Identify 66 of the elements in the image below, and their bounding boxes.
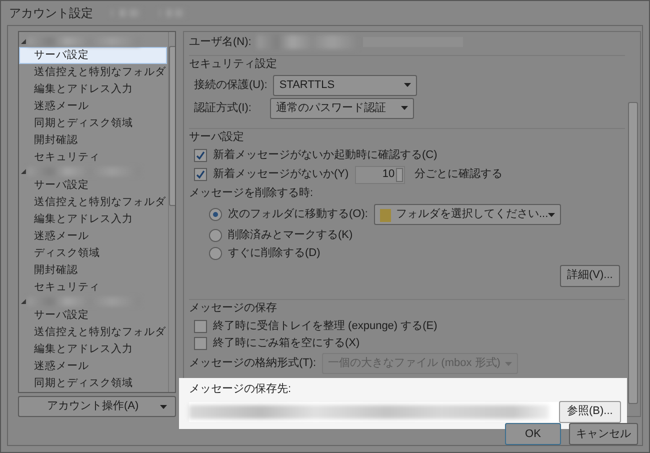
radio-label: すぐに削除する(D) bbox=[228, 246, 320, 262]
section-title: セキュリティ設定 bbox=[189, 56, 277, 72]
checkbox-label: 終了時に受信トレイを整理 (expunge) する(E) bbox=[213, 318, 438, 334]
caret-icon bbox=[401, 106, 408, 110]
field-label: 認証方式(I): bbox=[194, 100, 252, 116]
tree-item[interactable]: 迷惑メール bbox=[19, 358, 167, 375]
browse-button[interactable]: 参照(B)... bbox=[559, 400, 621, 422]
tree-item[interactable]: 送信控えと特別なフォルダ bbox=[19, 194, 167, 211]
tree-item[interactable]: 迷惑メール bbox=[19, 98, 167, 115]
window-title: アカウント設定 bbox=[9, 5, 93, 22]
checkbox-label: 新着メッセージがないか(Y) bbox=[213, 166, 349, 182]
tree-item[interactable]: 送信控えと特別なフォルダ bbox=[19, 64, 167, 81]
checkbox[interactable] bbox=[194, 320, 207, 332]
checkbox-label: 新着メッセージがないか起動時に確認する(C) bbox=[213, 148, 438, 164]
tree-item[interactable]: 編集とアドレス入力 bbox=[19, 211, 167, 228]
field-label: 接続の保護(U): bbox=[194, 78, 268, 93]
section-title: メッセージの保存 bbox=[189, 301, 277, 316]
tree-item[interactable]: セキュリティ bbox=[19, 279, 167, 296]
cancel-button[interactable]: キャンセル bbox=[569, 423, 638, 445]
checkbox[interactable] bbox=[194, 168, 207, 181]
caret-icon bbox=[404, 83, 412, 87]
field-label: メッセージの格納形式(T): bbox=[189, 356, 316, 372]
checkbox-label: 終了時にごみ箱を空にする(X) bbox=[213, 336, 360, 351]
tree-item[interactable]: 送信控えと特別なフォルダ bbox=[19, 324, 167, 341]
advanced-button[interactable]: 詳細(V)... bbox=[560, 264, 620, 286]
tree-item[interactable]: サーバ設定 bbox=[19, 307, 167, 324]
field-label: ユーザ名(N): bbox=[189, 35, 252, 50]
tree-item[interactable]: 同期とディスク領域 bbox=[19, 115, 167, 132]
dropdown-value: 通常のパスワード認証 bbox=[276, 100, 386, 116]
tree-item[interactable]: 編集とアドレス入力 bbox=[19, 81, 167, 98]
dropdown[interactable]: STARTTLS bbox=[273, 74, 418, 96]
radio-button[interactable] bbox=[209, 247, 222, 260]
expand-arrow-icon[interactable] bbox=[21, 299, 26, 304]
dropdown[interactable]: 通常のパスワード認証 bbox=[270, 98, 414, 118]
radio-button[interactable] bbox=[209, 229, 222, 242]
radio-label: 削除済みとマークする(K) bbox=[228, 228, 353, 244]
number-spinner[interactable]: 10 bbox=[354, 166, 405, 184]
tree-item[interactable]: サーバ設定 bbox=[19, 177, 167, 194]
folder-icon bbox=[380, 208, 392, 222]
expand-arrow-icon[interactable] bbox=[21, 39, 26, 44]
tree-item[interactable]: 開封確認 bbox=[19, 132, 167, 149]
caret-icon bbox=[548, 212, 556, 216]
tree-item[interactable]: 編集とアドレス入力 bbox=[19, 341, 167, 358]
scrollbar[interactable] bbox=[168, 32, 175, 392]
caret-icon bbox=[160, 404, 167, 408]
checkbox[interactable] bbox=[194, 336, 207, 350]
field-label: メッセージの保存先: bbox=[189, 382, 292, 398]
ok-button[interactable]: OK bbox=[505, 423, 561, 445]
field-label: 分ごとに確認する bbox=[414, 167, 503, 182]
dropdown-value: STARTTLS bbox=[279, 78, 335, 93]
tree-item[interactable]: 開封確認 bbox=[19, 262, 167, 279]
radio-label: 次のフォルダに移動する(O): bbox=[228, 207, 368, 222]
expand-arrow-icon[interactable] bbox=[21, 169, 26, 174]
input-field[interactable] bbox=[189, 402, 559, 422]
radio-button[interactable] bbox=[209, 208, 222, 221]
tree-item[interactable]: ディスク領域 bbox=[19, 245, 167, 262]
checkbox[interactable] bbox=[194, 149, 207, 162]
tree-item[interactable]: セキュリティ bbox=[19, 149, 167, 166]
dropdown-value: フォルダを選択してください... bbox=[396, 207, 548, 222]
folder-dropdown[interactable]: フォルダを選択してください... bbox=[374, 204, 562, 225]
field-label: メッセージを削除する時: bbox=[189, 186, 314, 202]
account-actions-button[interactable]: アカウント操作(A) bbox=[18, 396, 176, 417]
tree-item[interactable]: サーバ設定 bbox=[19, 47, 167, 64]
tree-item[interactable]: 同期とディスク領域 bbox=[19, 375, 167, 392]
section-title: サーバ設定 bbox=[189, 130, 244, 146]
tree-item[interactable]: 迷惑メール bbox=[19, 228, 167, 245]
